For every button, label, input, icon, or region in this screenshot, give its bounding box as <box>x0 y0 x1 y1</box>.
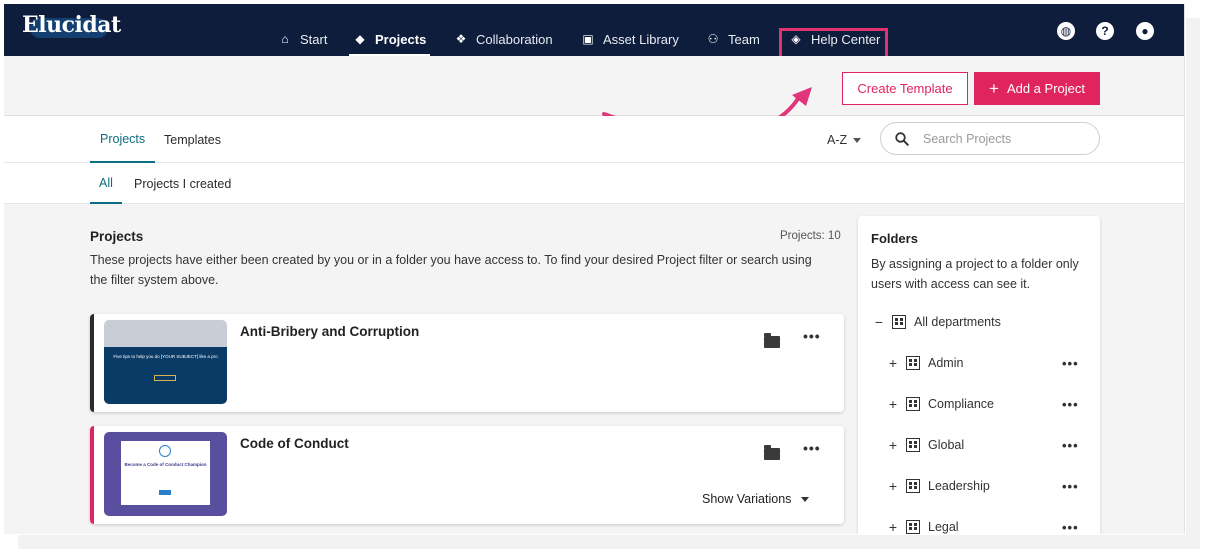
tab-templates[interactable]: Templates <box>164 116 221 163</box>
project-thumbnail[interactable]: Five tips to help you do [YOUR SUBJECT] … <box>104 320 227 404</box>
show-variations-button[interactable]: Show Variations <box>702 492 810 506</box>
card-accent-bar <box>90 426 94 524</box>
folder-label: All departments <box>914 315 1001 329</box>
nav-item-label: Collaboration <box>476 32 553 47</box>
project-thumbnail[interactable]: Become a Code of Conduct Champion <box>104 432 227 516</box>
plus-icon: + <box>989 79 999 98</box>
shadow-bottom <box>18 535 1200 549</box>
expand-icon[interactable]: + <box>888 478 898 494</box>
subtab-projects-i-created[interactable]: Projects I created <box>134 163 231 204</box>
folder-label: Legal <box>928 520 959 534</box>
help-icon[interactable]: ? <box>1096 22 1114 40</box>
folder-icon[interactable] <box>764 333 780 348</box>
stopwatch-icon <box>159 445 171 457</box>
folder-label: Admin <box>928 356 964 370</box>
thumbnail-button <box>159 490 171 495</box>
shadow-right <box>1186 18 1200 548</box>
nav-item-label: Asset Library <box>603 32 679 47</box>
building-icon <box>906 356 920 370</box>
folder-item-admin[interactable]: + Admin ••• <box>888 353 1098 373</box>
card-accent-bar <box>90 314 94 412</box>
folder-root-all-departments[interactable]: − All departments <box>874 312 1001 332</box>
expand-icon[interactable]: + <box>888 437 898 453</box>
user-icon[interactable]: ● <box>1136 22 1154 40</box>
building-icon <box>906 438 920 452</box>
collapse-icon[interactable]: − <box>874 314 884 330</box>
more-options-icon[interactable]: ••• <box>1062 520 1079 535</box>
folder-item-global[interactable]: + Global ••• <box>888 435 1098 455</box>
folder-icon[interactable] <box>764 445 780 460</box>
nav-item-label: Projects <box>375 32 427 47</box>
nav-item-start[interactable]: ⌂ Start <box>274 32 331 56</box>
more-options-icon[interactable]: ••• <box>1062 479 1079 494</box>
tabs-bar: Projects Templates A-Z <box>4 116 1184 163</box>
building-icon <box>906 397 920 411</box>
nav-item-label: Start <box>300 32 328 47</box>
nav-item-asset-library[interactable]: ▣ Asset Library <box>577 32 683 56</box>
thumbnail-text: Five tips to help you do [YOUR SUBJECT] … <box>113 354 218 359</box>
nav-item-label: Team <box>728 32 760 47</box>
expand-icon[interactable]: + <box>888 355 898 371</box>
folder-label: Leadership <box>928 479 990 493</box>
nav-item-projects[interactable]: ◆ Projects <box>349 32 431 56</box>
nav-item-collaboration[interactable]: ❖ Collaboration <box>450 32 557 56</box>
search-box[interactable] <box>880 122 1100 155</box>
tab-projects[interactable]: Projects <box>90 116 156 163</box>
thumbnail-hero-image <box>104 320 227 347</box>
folder-item-legal[interactable]: + Legal ••• <box>888 517 1098 534</box>
image-gallery-icon: ▣ <box>582 32 594 46</box>
more-options-icon[interactable]: ••• <box>803 328 821 344</box>
building-icon <box>892 315 906 329</box>
folder-item-leadership[interactable]: + Leadership ••• <box>888 476 1098 496</box>
folder-item-compliance[interactable]: + Compliance ••• <box>888 394 1098 414</box>
folder-label: Global <box>928 438 965 452</box>
layers-icon: ◆ <box>355 32 365 46</box>
app-window: Elucidat ⌂ Start ◆ Projects ❖ Collaborat… <box>4 4 1185 534</box>
create-template-button[interactable]: Create Template <box>842 72 968 105</box>
globe-icon[interactable]: ◍ <box>1057 22 1075 40</box>
chevron-down-icon <box>853 137 862 143</box>
more-options-icon[interactable]: ••• <box>1062 356 1079 371</box>
folders-title: Folders <box>871 231 918 246</box>
chevron-down-icon <box>801 496 810 502</box>
more-options-icon[interactable]: ••• <box>803 440 821 456</box>
more-options-icon[interactable]: ••• <box>1062 397 1079 412</box>
building-icon <box>906 479 920 493</box>
more-options-icon[interactable]: ••• <box>1062 438 1079 453</box>
search-input[interactable] <box>923 131 1073 146</box>
project-title[interactable]: Anti-Bribery and Corruption <box>240 324 419 339</box>
building-icon <box>906 520 920 534</box>
folder-label: Compliance <box>928 397 995 411</box>
action-bar: Create Template + Add a Project <box>4 56 1184 116</box>
folders-panel: Folders By assigning a project to a fold… <box>858 216 1100 534</box>
sort-dropdown[interactable]: A-Z <box>827 133 862 147</box>
project-title[interactable]: Code of Conduct <box>240 436 349 451</box>
logo[interactable]: Elucidat <box>22 12 121 38</box>
expand-icon[interactable]: + <box>888 519 898 534</box>
add-project-button[interactable]: + Add a Project <box>974 72 1100 105</box>
project-card[interactable]: Become a Code of Conduct Champion Code o… <box>90 426 844 524</box>
add-project-label: Add a Project <box>1006 81 1085 96</box>
top-navigation: Elucidat ⌂ Start ◆ Projects ❖ Collaborat… <box>4 4 1184 60</box>
project-card[interactable]: Five tips to help you do [YOUR SUBJECT] … <box>90 314 844 412</box>
folders-description: By assigning a project to a folder only … <box>871 257 1079 291</box>
handshake-icon: ❖ <box>455 32 467 46</box>
users-icon: ⚇ <box>707 32 719 46</box>
sort-value: A-Z <box>827 133 848 147</box>
nav-item-team[interactable]: ⚇ Team <box>702 32 764 56</box>
expand-icon[interactable]: + <box>888 396 898 412</box>
search-icon <box>895 131 909 146</box>
projects-description: These projects have either been created … <box>90 253 812 287</box>
subtabs-bar: All Projects I created <box>4 163 1184 204</box>
projects-section-title: Projects <box>90 229 144 244</box>
show-variations-label: Show Variations <box>702 492 792 506</box>
projects-count: Projects: 10 <box>780 230 841 242</box>
thumbnail-button <box>154 375 176 381</box>
thumbnail-text: Become a Code of Conduct Champion <box>124 462 207 467</box>
home-icon: ⌂ <box>281 32 289 46</box>
subtab-all[interactable]: All <box>90 163 122 204</box>
